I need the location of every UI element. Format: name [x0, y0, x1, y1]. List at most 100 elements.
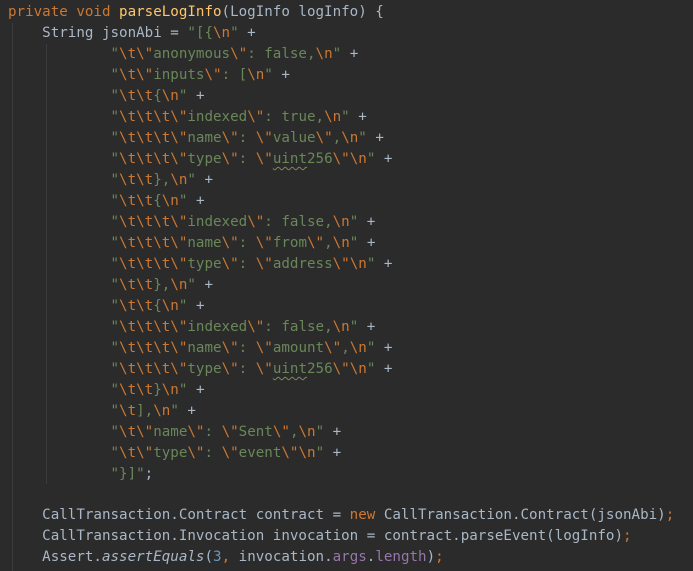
escape-sequence: \" — [255, 361, 273, 377]
code-line[interactable]: CallTransaction.Contract contract = new … — [8, 505, 674, 526]
escape-sequence: \" — [315, 130, 333, 146]
escape-sequence: \t\t\t\" — [119, 109, 188, 125]
string-literal: name — [153, 424, 188, 440]
code-line[interactable]: "\t\t\t\"indexed\": true,\n" + — [8, 107, 366, 128]
code-text: ) — [426, 549, 436, 565]
keyword: ; — [623, 528, 632, 544]
escape-sequence: \" — [221, 340, 239, 356]
code-line[interactable]: "\t\t\t\"name\": \"amount\",\n" + — [8, 338, 392, 359]
code-line[interactable]: "\t\"type\": \"event\"\n" + — [8, 443, 341, 464]
escape-sequence: \" — [247, 214, 265, 230]
keyword: private void — [8, 4, 120, 20]
code-line[interactable]: "}]"; — [8, 464, 153, 485]
code-line[interactable]: "\t\"name\": \"Sent\",\n" + — [8, 422, 341, 443]
code-line[interactable]: "\t\t{\n" + — [8, 86, 204, 107]
code-line[interactable]: CallTransaction.Invocation invocation = … — [8, 526, 632, 547]
code-line[interactable]: "\t],\n" + — [8, 401, 195, 422]
escape-sequence: \t\t — [119, 172, 154, 188]
code-line[interactable]: String jsonAbi = "[{\n" + — [8, 23, 256, 44]
escape-sequence: \"\n — [332, 151, 367, 167]
code-text: + — [358, 214, 376, 230]
code-line[interactable]: "\t\t\t\"indexed\": false,\n" + — [8, 317, 375, 338]
string-literal: " — [8, 214, 120, 230]
escape-sequence: \" — [247, 319, 265, 335]
string-literal: " — [8, 130, 120, 146]
string-literal: address — [272, 256, 333, 272]
code-text: Assert. — [8, 549, 102, 565]
code-line[interactable]: "\t\"anonymous\": false,\n" + — [8, 44, 358, 65]
string-literal: , — [332, 130, 342, 146]
string-literal: 256 — [307, 361, 333, 377]
string-literal: " — [8, 151, 120, 167]
string-literal: " — [8, 88, 120, 104]
escape-sequence: \t\t\t\" — [119, 130, 188, 146]
string-literal: " — [8, 172, 120, 188]
escape-sequence: \" — [221, 151, 239, 167]
string-literal: " — [8, 319, 120, 335]
escape-sequence: \"\n — [332, 361, 367, 377]
string-literal: : — [238, 340, 256, 356]
escape-sequence: \n — [247, 67, 265, 83]
code-line[interactable]: "\t\t{\n" + — [8, 191, 204, 212]
code-text: + — [358, 319, 376, 335]
escape-sequence: \" — [204, 67, 222, 83]
escape-sequence: \" — [324, 340, 342, 356]
string-literal: indexed — [187, 109, 248, 125]
string-literal: from — [272, 235, 308, 251]
escape-sequence: \" — [221, 130, 239, 146]
code-line[interactable]: Assert.assertEquals(3, invocation.args.l… — [8, 547, 444, 568]
string-literal: " — [264, 67, 273, 83]
code-line[interactable]: "\t\t},\n" + — [8, 170, 213, 191]
code-text: + — [341, 46, 359, 62]
code-text: + — [366, 130, 384, 146]
keyword: ; — [435, 549, 444, 565]
string-literal: " — [170, 403, 179, 419]
keyword: new — [349, 507, 384, 523]
string-literal: { — [153, 88, 162, 104]
string-literal: ], — [136, 403, 154, 419]
escape-sequence: \t\t\t\" — [119, 151, 188, 167]
escape-sequence: \" — [255, 340, 273, 356]
escape-sequence: \" — [255, 130, 273, 146]
code-line[interactable]: "\t\t\t\"type\": \"address\"\n" + — [8, 254, 392, 275]
code-line[interactable]: "\t\t\t\"type\": \"uint256\"\n" + — [8, 149, 392, 170]
string-literal: event — [238, 445, 282, 461]
escape-sequence: \" — [230, 46, 248, 62]
code-line[interactable]: "\t\t}\n" + — [8, 380, 204, 401]
string-literal: " — [8, 445, 120, 461]
escape-sequence: \t\" — [119, 46, 154, 62]
escape-sequence: \n — [170, 172, 188, 188]
string-literal: " — [8, 277, 120, 293]
escape-sequence: \t\t\t\" — [119, 235, 188, 251]
static-method-name: assertEquals — [101, 549, 205, 565]
code-text: (LogInfo logInfo) { — [221, 4, 384, 20]
escape-sequence: \n — [332, 319, 350, 335]
escape-sequence: \" — [187, 445, 205, 461]
code-line[interactable]: "\t\"inputs\": [\n" + — [8, 65, 289, 86]
code-line[interactable]: private void parseLogInfo(LogInfo logInf… — [8, 2, 384, 23]
string-literal: " — [230, 25, 239, 41]
code-line[interactable]: "\t\t\t\"name\": \"from\",\n" + — [8, 233, 375, 254]
typo-marked-text: uint — [272, 361, 308, 377]
code-text: + — [324, 424, 342, 440]
escape-sequence: \" — [307, 235, 325, 251]
string-literal: " — [8, 382, 120, 398]
code-line[interactable]: "\t\t\t\"indexed\": false,\n" + — [8, 212, 375, 233]
string-literal: " — [187, 172, 196, 188]
code-line[interactable]: "\t\t\t\"type\": \"uint256\"\n" + — [8, 359, 392, 380]
string-literal: name — [187, 235, 222, 251]
code-text: + — [195, 277, 214, 293]
code-text: + — [375, 340, 393, 356]
escape-sequence: \n — [315, 46, 333, 62]
code-line[interactable]: "\t\t{\n" + — [8, 296, 204, 317]
code-line[interactable]: "\t\t},\n" + — [8, 275, 213, 296]
string-literal: " — [349, 235, 359, 251]
code-editor[interactable]: private void parseLogInfo(LogInfo logInf… — [0, 0, 693, 571]
escape-sequence: \" — [255, 235, 273, 251]
string-literal: }, — [153, 277, 171, 293]
code-text: + — [195, 172, 214, 188]
string-literal: name — [187, 130, 222, 146]
string-literal: indexed — [187, 319, 248, 335]
string-literal: " — [187, 277, 196, 293]
code-line[interactable]: "\t\t\t\"name\": \"value\",\n" + — [8, 128, 384, 149]
